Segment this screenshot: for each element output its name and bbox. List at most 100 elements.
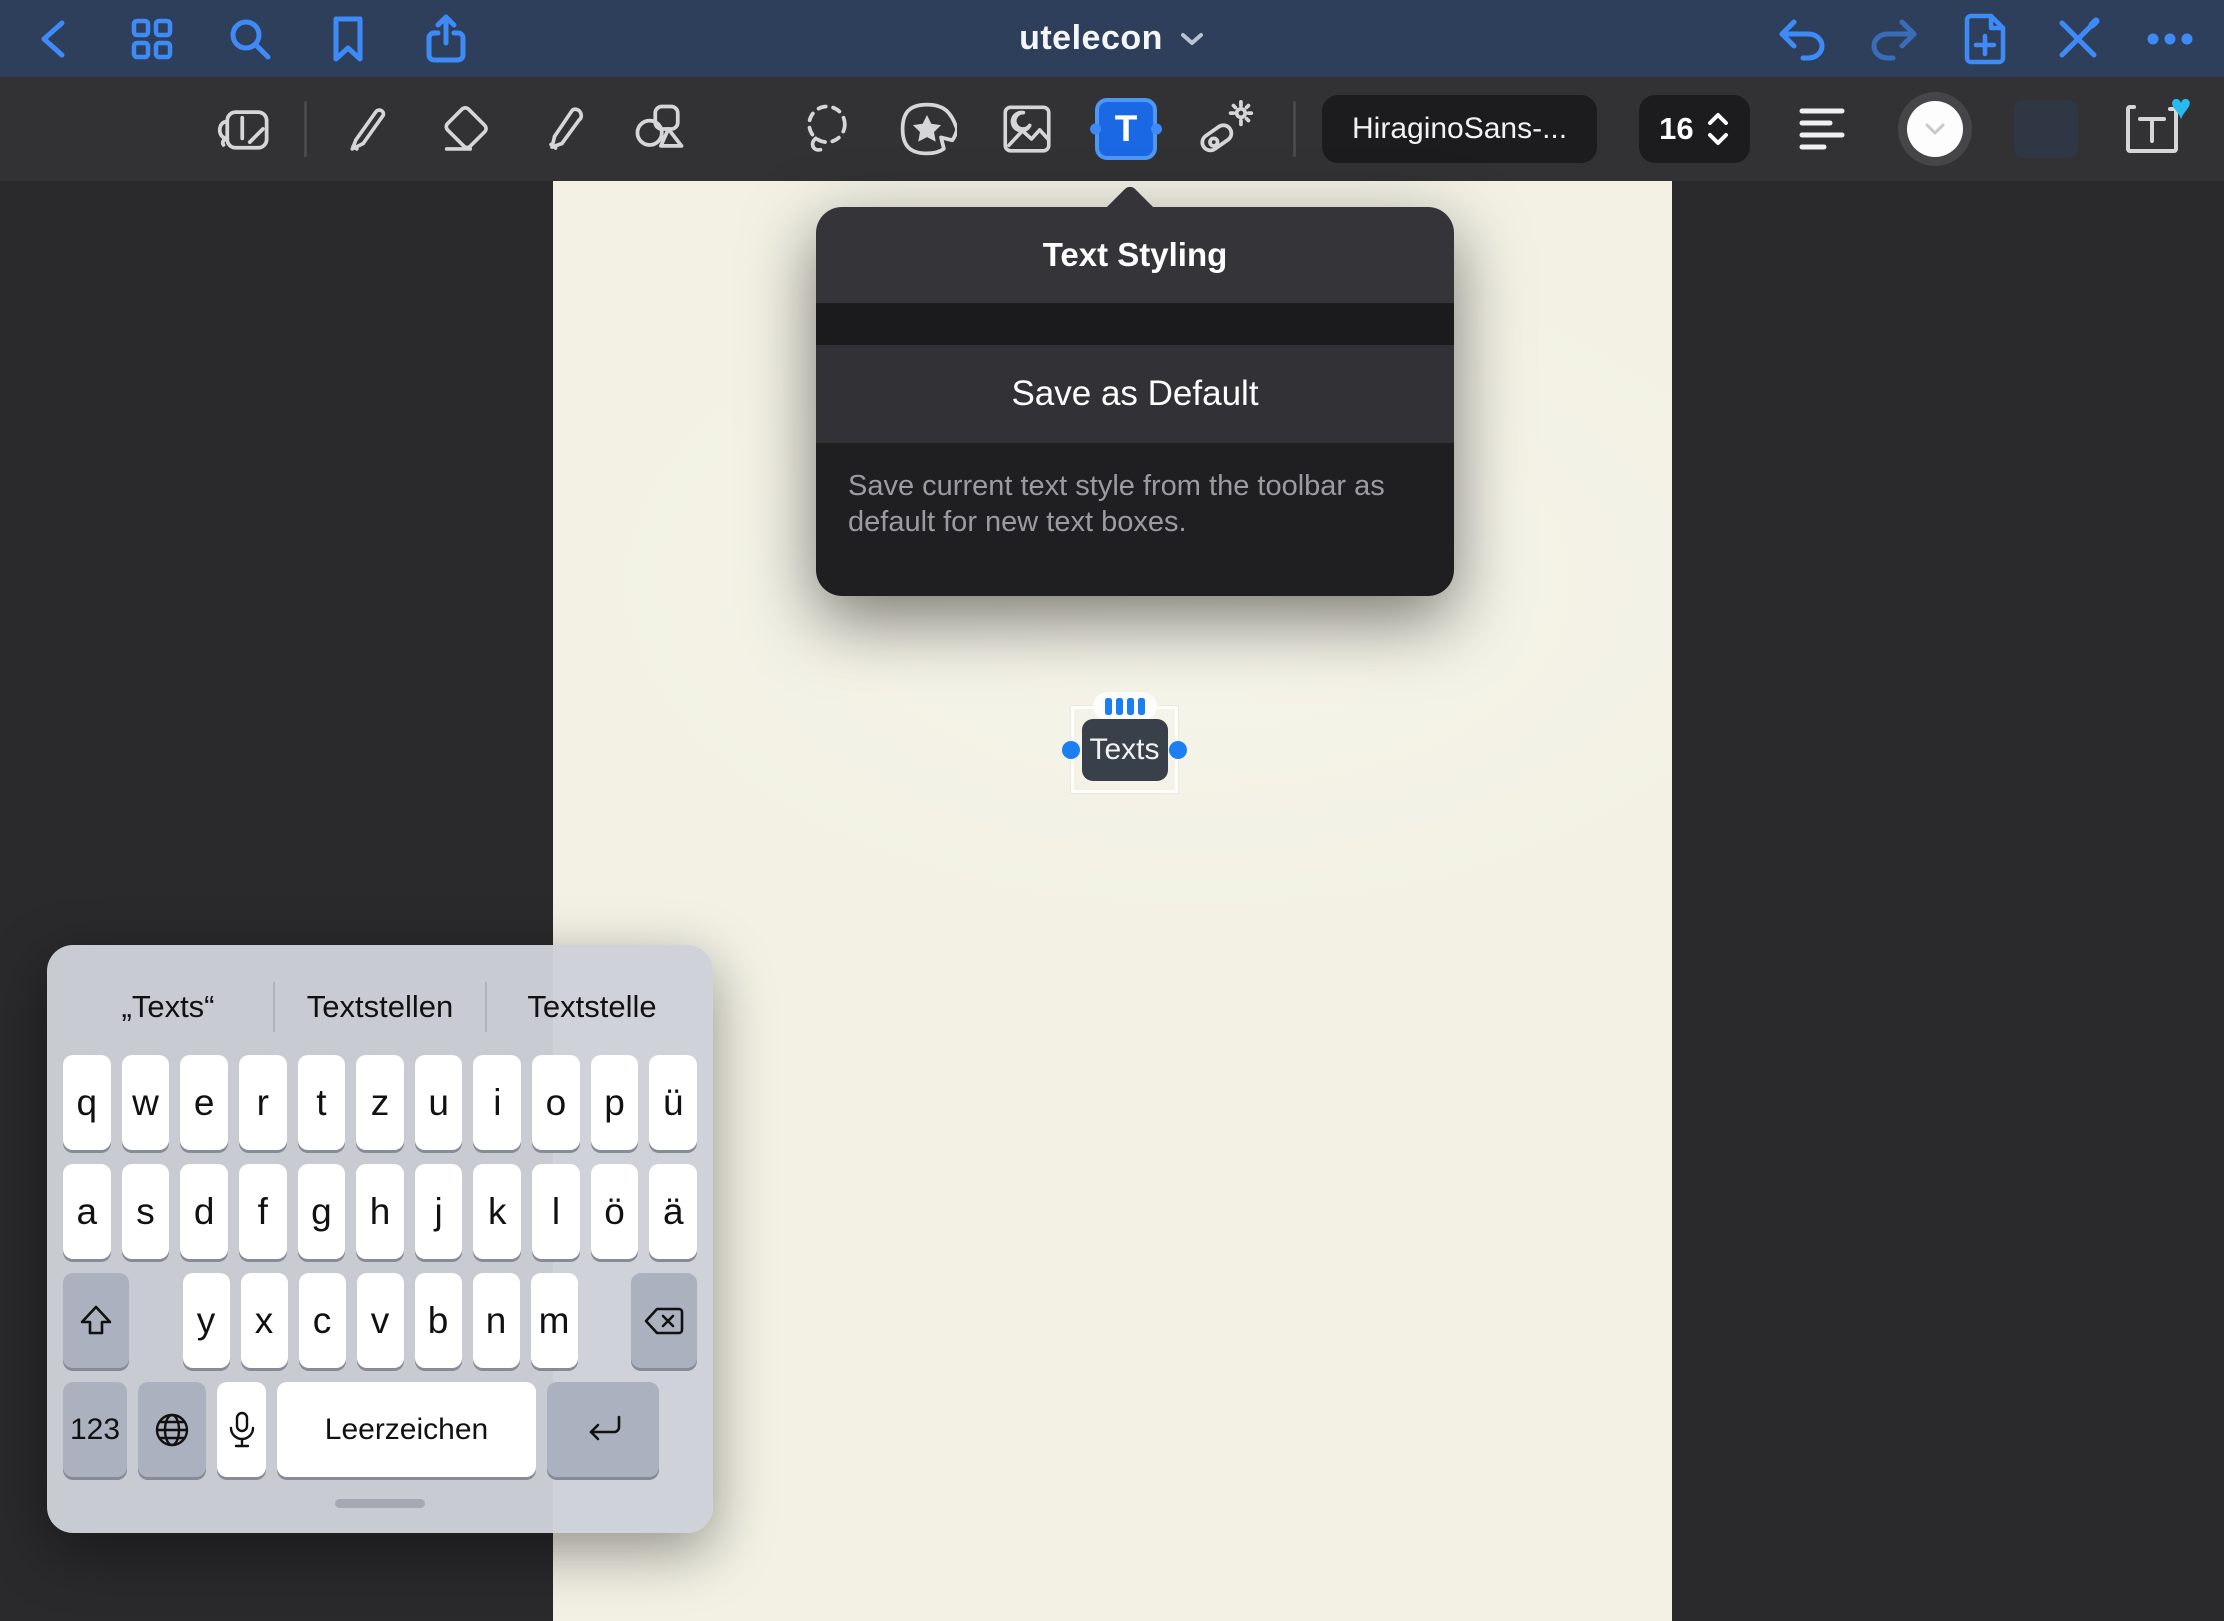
key-m[interactable]: m: [531, 1273, 578, 1368]
undo-icon: [1776, 16, 1828, 62]
text-tool-active[interactable]: T: [1095, 98, 1157, 160]
heart-badge-icon: ♥: [2170, 89, 2191, 125]
key-n[interactable]: n: [473, 1273, 520, 1368]
key-z[interactable]: z: [356, 1055, 404, 1150]
share-button[interactable]: [420, 13, 472, 65]
key-s[interactable]: s: [122, 1164, 170, 1259]
popover-title: Text Styling: [1043, 236, 1228, 274]
key-9[interactable]: ö: [591, 1164, 639, 1259]
save-as-default-label: Save as Default: [1011, 374, 1258, 414]
text-object-content[interactable]: Texts: [1082, 719, 1168, 781]
key-l[interactable]: l: [532, 1164, 580, 1259]
search-button[interactable]: [224, 13, 276, 65]
more-ellipsis-icon: [2146, 32, 2194, 46]
eraser-tool[interactable]: [431, 97, 495, 161]
key-q[interactable]: q: [63, 1055, 111, 1150]
space-key[interactable]: Leerzeichen: [277, 1382, 536, 1477]
key-r[interactable]: r: [239, 1055, 287, 1150]
key-t[interactable]: t: [298, 1055, 346, 1150]
laser-pointer-tool[interactable]: [1193, 97, 1257, 161]
text-object-drag-handle[interactable]: [1093, 692, 1157, 720]
key-b[interactable]: b: [415, 1273, 462, 1368]
shapes-tool[interactable]: [627, 97, 691, 161]
text-color-button[interactable]: [1898, 92, 1972, 166]
document-view-icon: [216, 99, 276, 159]
image-tool[interactable]: [995, 97, 1059, 161]
suggestion-textstelle[interactable]: Textstelle: [485, 982, 697, 1032]
key-h[interactable]: h: [356, 1164, 404, 1259]
key-10[interactable]: ü: [649, 1055, 697, 1150]
stepper-chevrons-icon: [1706, 111, 1730, 147]
highlighter-tool[interactable]: [529, 97, 593, 161]
key-k[interactable]: k: [473, 1164, 521, 1259]
pen-tools-group: [333, 97, 691, 161]
back-button[interactable]: [28, 13, 80, 65]
text-format-controls: HiraginoSans-... 16 ♥: [1322, 92, 2224, 166]
add-page-button[interactable]: [1960, 13, 2012, 65]
bookmark-button[interactable]: [322, 13, 374, 65]
align-left-icon: [1798, 105, 1850, 153]
key-j[interactable]: j: [415, 1164, 463, 1259]
title-chevron-down-icon[interactable]: [1179, 30, 1205, 48]
nav-left-group: [28, 13, 472, 65]
drag-handle-bar: [1127, 698, 1134, 715]
resize-handle-left[interactable]: [1062, 741, 1080, 759]
undo-button[interactable]: [1776, 13, 1828, 65]
key-x[interactable]: x: [241, 1273, 288, 1368]
readonly-pen-icon: [2054, 15, 2102, 63]
favorite-tool-slot[interactable]: [2014, 100, 2078, 158]
key-w[interactable]: w: [122, 1055, 170, 1150]
tool-bar: T HiraginoSans-... 16: [0, 77, 2224, 181]
document-title[interactable]: utelecon: [1019, 19, 1163, 58]
key-o[interactable]: o: [532, 1055, 580, 1150]
drag-handle-bar: [1116, 698, 1123, 715]
globe-key[interactable]: [138, 1382, 206, 1477]
key-y[interactable]: y: [183, 1273, 230, 1368]
key-v[interactable]: v: [357, 1273, 404, 1368]
redo-button[interactable]: [1868, 13, 1920, 65]
shift-key[interactable]: [63, 1273, 129, 1368]
selected-text-object[interactable]: Texts: [1071, 706, 1178, 793]
backspace-icon: [643, 1306, 685, 1336]
key-d[interactable]: d: [180, 1164, 228, 1259]
key-g[interactable]: g: [298, 1164, 346, 1259]
more-options-button[interactable]: [2144, 13, 2196, 65]
key-e[interactable]: e: [180, 1055, 228, 1150]
pen-tool[interactable]: [333, 97, 397, 161]
suggestion-textstellen[interactable]: Textstellen: [273, 982, 485, 1032]
keyboard-row-2: asdfghjklöä: [63, 1164, 697, 1259]
key-c[interactable]: c: [299, 1273, 346, 1368]
canvas-area: Text Styling Save as Default Save curren…: [0, 181, 2224, 1621]
text-align-button[interactable]: [1792, 97, 1856, 161]
keyboard-grabber[interactable]: [335, 1499, 425, 1508]
suggestion-texts[interactable]: „Texts“: [63, 982, 273, 1032]
lasso-tool[interactable]: [795, 97, 859, 161]
return-key[interactable]: [547, 1382, 659, 1477]
key-u[interactable]: u: [415, 1055, 463, 1150]
key-p[interactable]: p: [591, 1055, 639, 1150]
key-i[interactable]: i: [473, 1055, 521, 1150]
text-color-swatch: [1907, 101, 1963, 157]
resize-handle-right[interactable]: [1169, 741, 1187, 759]
popover-header: Text Styling: [816, 207, 1454, 303]
suggestion-bar: „Texts“TextstellenTextstelle: [63, 959, 697, 1055]
mic-icon: [229, 1411, 255, 1449]
back-icon: [44, 23, 62, 55]
object-tools-group: T: [795, 97, 1257, 161]
readonly-mode-button[interactable]: [2052, 13, 2104, 65]
stickers-tool[interactable]: [895, 97, 959, 161]
key-f[interactable]: f: [239, 1164, 287, 1259]
thumbnails-button[interactable]: [126, 13, 178, 65]
font-size-stepper[interactable]: 16: [1639, 95, 1749, 163]
key-a[interactable]: a: [63, 1164, 111, 1259]
backspace-key[interactable]: [631, 1273, 697, 1368]
favorite-text-style-button[interactable]: ♥: [2120, 97, 2184, 161]
drag-handle-bar: [1105, 698, 1112, 715]
dictation-key[interactable]: [217, 1382, 266, 1477]
font-family-button[interactable]: HiraginoSans-...: [1322, 95, 1597, 163]
lasso-icon: [797, 99, 857, 159]
document-view-button[interactable]: [214, 97, 278, 161]
save-as-default-button[interactable]: Save as Default: [816, 345, 1454, 443]
numbers-key[interactable]: 123: [63, 1382, 127, 1477]
key-10[interactable]: ä: [649, 1164, 697, 1259]
